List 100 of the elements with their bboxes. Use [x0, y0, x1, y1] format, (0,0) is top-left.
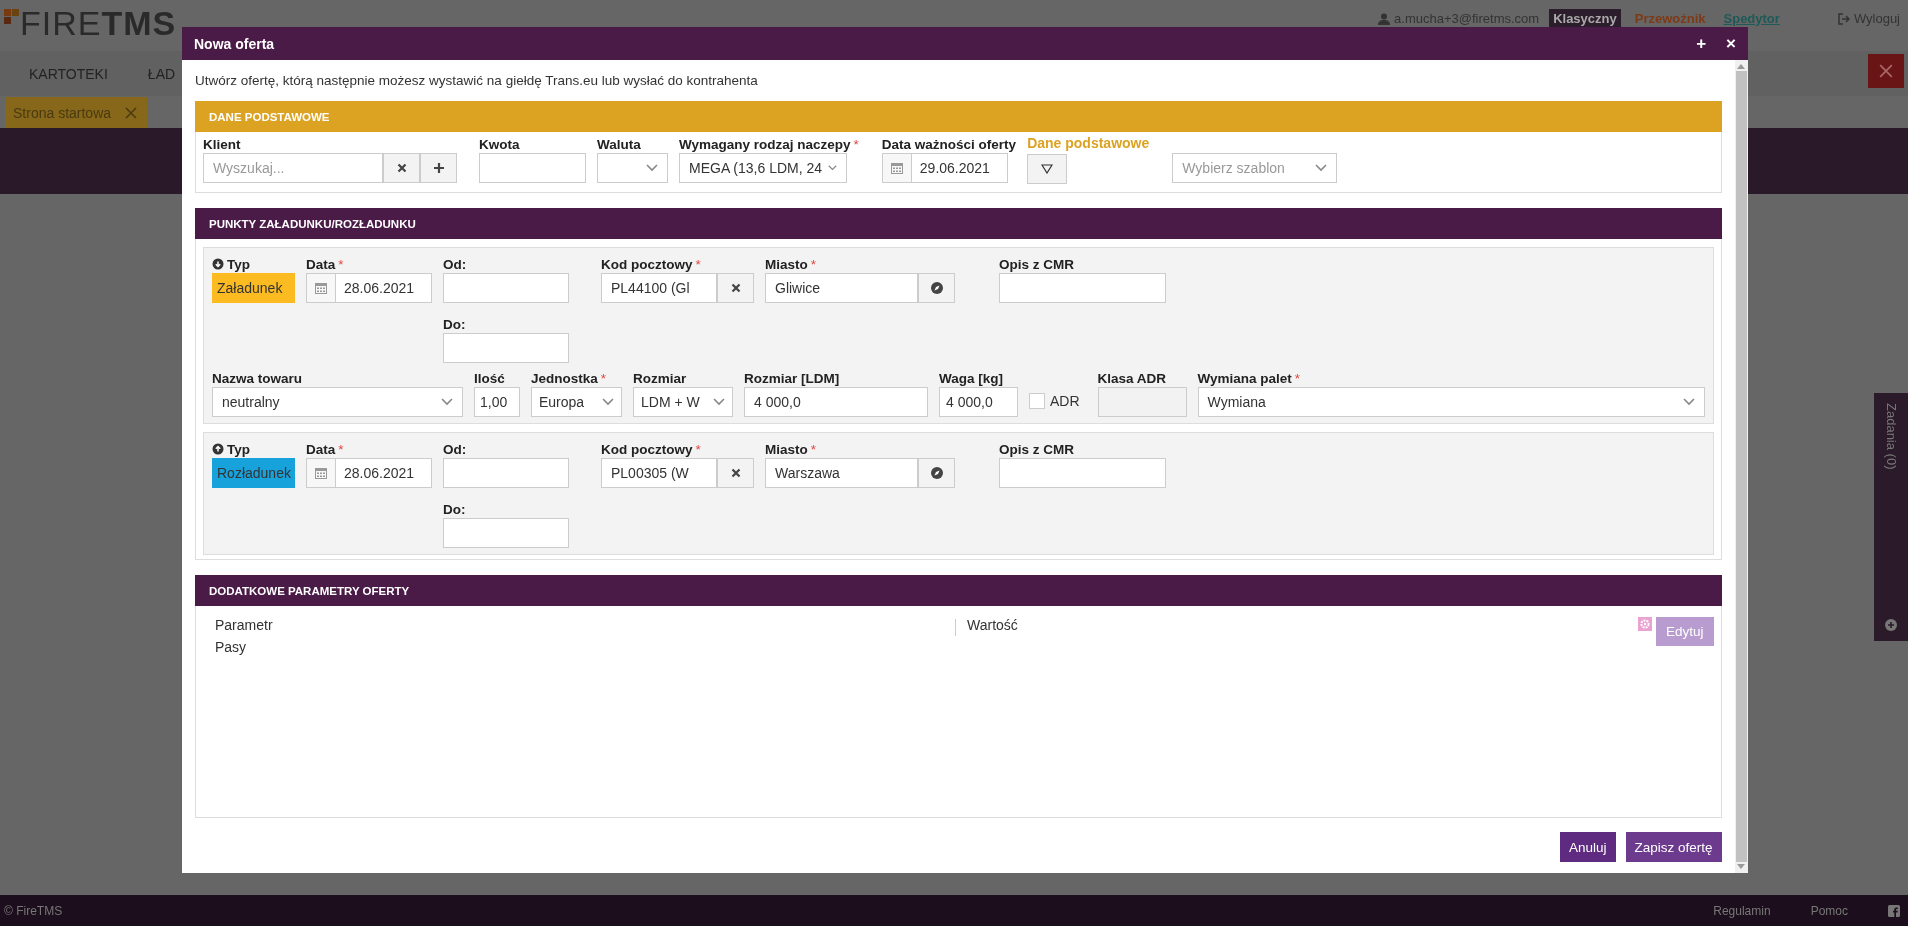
- field-label: Waluta: [597, 136, 641, 152]
- input-field[interactable]: PL44100 (Gl: [601, 273, 717, 303]
- field-label: Data: [306, 441, 336, 457]
- required-mark: *: [338, 441, 344, 457]
- select-field[interactable]: LDM + W: [633, 387, 733, 417]
- section-header: PUNKTY ZAŁADUNKU/ROZŁADUNKU: [195, 208, 1722, 239]
- locate-button[interactable]: [918, 458, 955, 488]
- input-field[interactable]: 4 000,0: [939, 387, 1018, 417]
- field-label: Nazwa towaru: [212, 370, 303, 386]
- select-field[interactable]: MEGA (13,6 LDM, 24: [679, 153, 847, 183]
- field-label: Klasa ADR: [1097, 370, 1167, 386]
- input-field[interactable]: [479, 153, 586, 183]
- input-field[interactable]: [443, 273, 569, 303]
- scroll-up-icon[interactable]: [1737, 64, 1746, 69]
- required-mark: *: [1294, 370, 1301, 386]
- field-label: Miasto: [765, 256, 808, 272]
- locate-button[interactable]: [918, 273, 955, 303]
- input-field[interactable]: [443, 518, 569, 548]
- required-mark: *: [600, 370, 607, 386]
- required-mark: *: [810, 441, 817, 457]
- field-label: Ilość: [474, 370, 505, 386]
- input-field[interactable]: [443, 333, 569, 363]
- chevron-icon: [1682, 398, 1695, 406]
- clear-button[interactable]: [717, 458, 754, 488]
- close-icon[interactable]: [125, 106, 138, 119]
- checkbox-label: ADR: [1050, 393, 1080, 409]
- input-field[interactable]: [443, 458, 569, 488]
- select-field[interactable]: Wymiana: [1197, 387, 1705, 417]
- stop-type-badge[interactable]: Rozładunek: [212, 458, 295, 488]
- user-icon: [1378, 12, 1391, 25]
- compass-icon: [930, 467, 943, 479]
- table-cell-text: Pasy: [215, 639, 248, 655]
- date-field[interactable]: 28.06.2021: [306, 458, 432, 488]
- stop-type-badge[interactable]: Załadunek: [212, 273, 295, 303]
- chevron-icon: [713, 398, 725, 406]
- gear-icon[interactable]: [1638, 617, 1653, 631]
- logout-icon: [1837, 12, 1850, 25]
- required-mark: *: [810, 256, 817, 272]
- plus-icon: [432, 162, 445, 174]
- calendar-icon: [315, 467, 327, 479]
- field-label: Do:: [443, 316, 466, 332]
- field-label: Od:: [443, 441, 467, 457]
- save-button[interactable]: Zapisz ofertę: [1625, 832, 1722, 862]
- date-field[interactable]: 29.06.2021: [881, 153, 1008, 183]
- chevron-icon: [602, 398, 614, 406]
- chevron-icon: [441, 398, 453, 406]
- close-icon: [1879, 64, 1893, 78]
- date-field[interactable]: 28.06.2021: [306, 273, 432, 303]
- tasks-side-tab[interactable]: Zadania (0): [1874, 393, 1908, 641]
- input-field[interactable]: [999, 458, 1166, 488]
- footer-link[interactable]: Regulamin: [1713, 903, 1771, 918]
- field-label: Waga [kg]: [939, 370, 1003, 386]
- field-label: Rozmiar [LDM]: [744, 370, 840, 386]
- footer-link[interactable]: Pomoc: [1810, 903, 1848, 918]
- required-mark: *: [695, 441, 701, 457]
- copyright-text: © FireTMS: [4, 903, 63, 918]
- input-field[interactable]: 1,00: [474, 387, 520, 417]
- input-field[interactable]: Gliwice: [765, 273, 918, 303]
- field-label: Klient: [203, 136, 241, 152]
- calendar-icon: [315, 282, 327, 294]
- select-field[interactable]: neutralny: [212, 387, 463, 417]
- select-field[interactable]: Europa: [531, 387, 622, 417]
- clear-icon: [396, 163, 407, 173]
- select-field[interactable]: [597, 153, 668, 183]
- column-header: Wartość: [967, 617, 1018, 633]
- cancel-button[interactable]: Anuluj: [1560, 832, 1616, 862]
- side-tab-label: Zadania (0): [1883, 403, 1899, 470]
- close-button[interactable]: [1868, 54, 1904, 88]
- down-arrow-icon: [212, 258, 224, 270]
- field-label: Do:: [443, 501, 466, 517]
- facebook-icon[interactable]: [1888, 904, 1900, 917]
- adr-checkbox[interactable]: [1029, 393, 1045, 409]
- window-control[interactable]: ×: [1726, 33, 1736, 54]
- logo: FIRETMS: [4, 4, 177, 43]
- field-label: Rozmiar: [633, 370, 687, 386]
- input-field[interactable]: 4 000,0: [744, 387, 928, 417]
- required-mark: *: [338, 256, 344, 272]
- add-button[interactable]: [420, 153, 457, 183]
- clear-button[interactable]: [383, 153, 420, 183]
- toggle-button[interactable]: [1027, 154, 1068, 184]
- section-header: DODATKOWE PARAMETRY OFERTY: [195, 575, 1722, 606]
- plus-circle-icon: [1885, 619, 1897, 631]
- intro-text: Utwórz ofertę, którą następnie możesz wystawić na giełdę Trans.eu lub wysłać do kontrahenta: [195, 73, 759, 88]
- column-header: Parametr: [215, 617, 274, 633]
- field-label: Miasto: [765, 441, 808, 457]
- field-label: Data: [306, 256, 336, 272]
- input-field[interactable]: PL00305 (W: [601, 458, 717, 488]
- clear-button[interactable]: [717, 273, 754, 303]
- input-field[interactable]: [999, 273, 1166, 303]
- chevron-icon: [1315, 164, 1328, 172]
- field-label: Opis z CMR: [999, 256, 1074, 272]
- window-control[interactable]: +: [1696, 33, 1707, 54]
- field-label: Od:: [443, 256, 467, 272]
- required-mark: *: [695, 256, 701, 272]
- scrollbar[interactable]: [1734, 60, 1748, 873]
- scroll-down-icon[interactable]: [1737, 864, 1746, 869]
- input-field[interactable]: Warszawa: [765, 458, 918, 488]
- field-label: Kod pocztowy: [601, 441, 693, 457]
- dialog-title: Nowa oferta: [194, 35, 275, 52]
- field-label: Wymagany rodzaj naczepy: [679, 136, 851, 152]
